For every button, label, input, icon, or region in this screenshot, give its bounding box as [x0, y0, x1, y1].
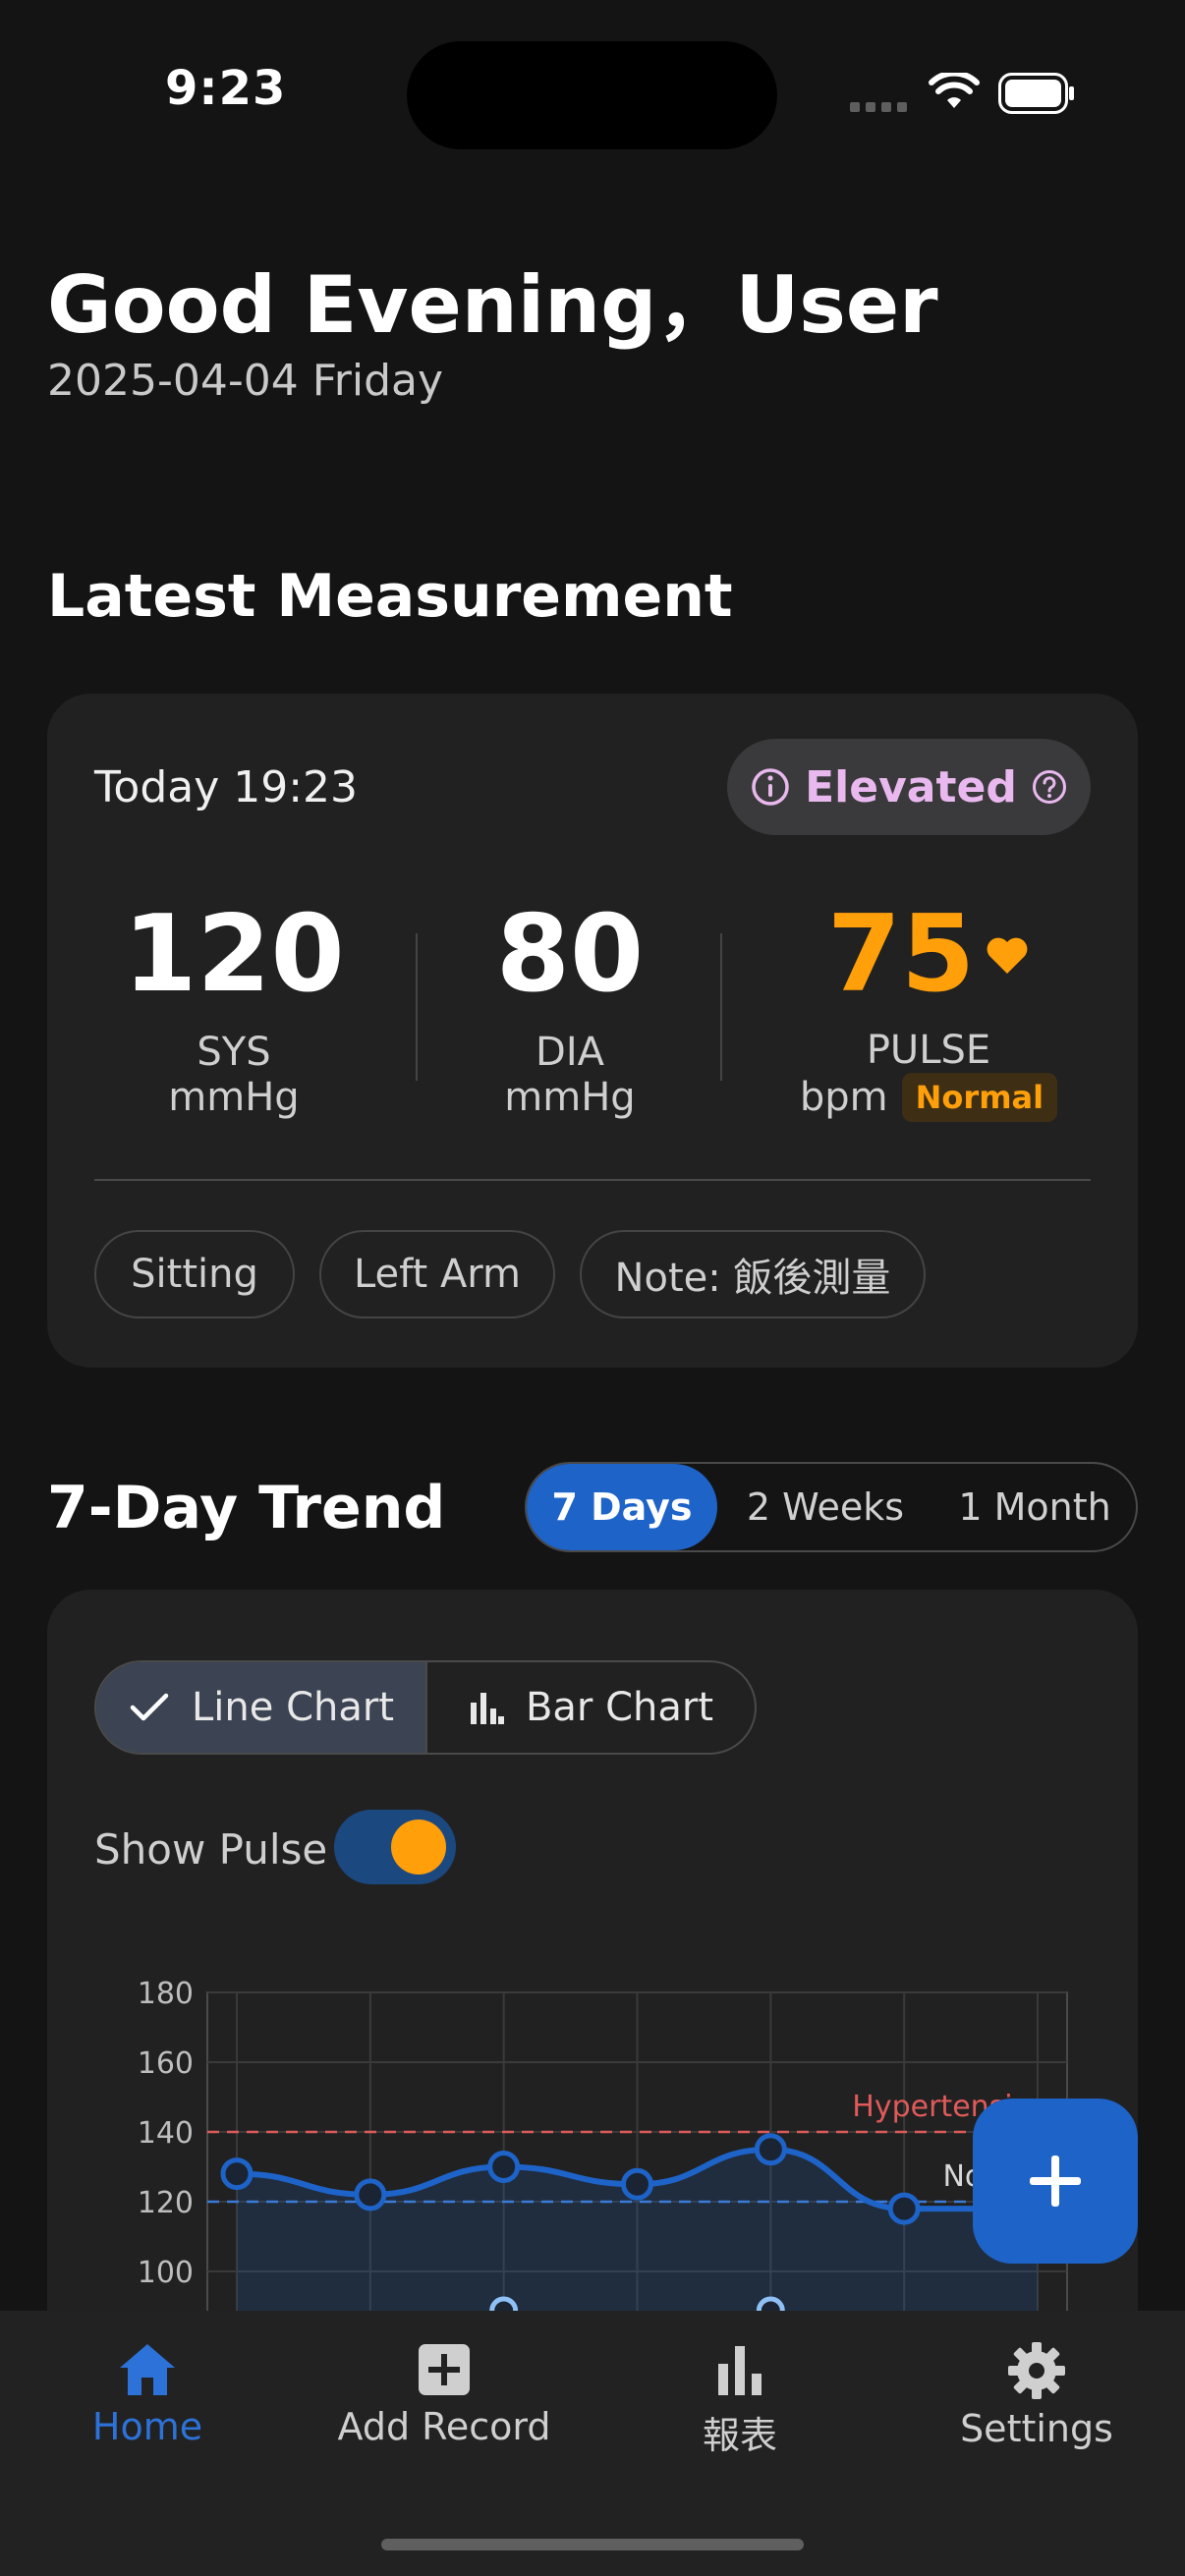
pulse-point [489, 2296, 519, 2311]
dia-value: 80 [495, 893, 645, 1016]
info-icon [752, 768, 789, 806]
bar-chart-icon [470, 1693, 504, 1724]
status-label: Elevated [805, 761, 1017, 812]
pulse-unit: bpm [799, 1075, 888, 1120]
nav-add-record-label: Add Record [337, 2405, 551, 2448]
add-record-icon [419, 2344, 470, 2395]
period-1-month[interactable]: 1 Month [933, 1464, 1136, 1550]
period-2-weeks[interactable]: 2 Weeks [717, 1464, 933, 1550]
trend-title: 7-Day Trend [47, 1474, 446, 1542]
gear-icon [1008, 2342, 1065, 2399]
battery-icon [998, 73, 1074, 114]
data-point [487, 2151, 521, 2183]
nav-reports[interactable]: 報表 [592, 2340, 887, 2459]
check-icon [130, 1693, 169, 1721]
home-icon [120, 2344, 175, 2395]
status-badge[interactable]: Elevated [727, 739, 1091, 835]
dia-unit: mmHg [504, 1075, 636, 1120]
tag-chip-posture[interactable]: Sitting [94, 1230, 295, 1318]
tag-chip-arm[interactable]: Left Arm [319, 1230, 555, 1318]
y-tick-label: 100 [138, 2256, 194, 2290]
nav-settings[interactable]: Settings [889, 2340, 1184, 2450]
plus-icon [1030, 2156, 1081, 2207]
home-indicator [381, 2539, 804, 2550]
nav-home[interactable]: Home [0, 2340, 295, 2448]
greeting-title: Good Evening，User [47, 259, 938, 351]
dia-label: DIA [536, 1030, 604, 1075]
pulse-metric: 75 PULSE bpm Normal [766, 902, 1091, 1122]
pulse-point [756, 2296, 785, 2311]
pulse-label: PULSE [866, 1028, 991, 1073]
sys-unit: mmHg [168, 1075, 300, 1120]
pulse-status-badge: Normal [901, 1073, 1058, 1122]
nav-add-record[interactable]: Add Record [297, 2340, 592, 2448]
show-pulse-toggle[interactable] [334, 1810, 456, 1884]
y-tick-label: 180 [138, 1977, 194, 2011]
y-tick-label: 120 [138, 2186, 194, 2220]
bar-chart-option[interactable]: Bar Chart [427, 1662, 755, 1753]
data-point [754, 2133, 787, 2166]
help-icon[interactable] [1031, 768, 1068, 806]
y-tick-label: 140 [138, 2116, 194, 2151]
line-chart-label: Line Chart [192, 1685, 394, 1730]
data-point [354, 2178, 387, 2212]
data-point [220, 2157, 254, 2191]
sys-label: SYS [197, 1030, 271, 1075]
latest-measurement-title: Latest Measurement [47, 562, 733, 631]
wifi-icon [929, 73, 980, 108]
trend-chart: 180160140120100HypertensionNormal [138, 1977, 1068, 2311]
tag-chip-note[interactable]: Note: 飯後測量 [580, 1230, 926, 1318]
chart-type-toggle[interactable]: Line Chart Bar Chart [94, 1660, 757, 1755]
measurement-time: Today 19:23 [94, 762, 359, 812]
toggle-knob [391, 1820, 446, 1875]
current-date: 2025-04-04 Friday [47, 356, 444, 406]
dynamic-island [407, 41, 777, 149]
sys-metric: 120 SYS mmHg [96, 893, 371, 1121]
nav-home-label: Home [91, 2405, 203, 2448]
metric-divider [416, 933, 418, 1081]
sys-value: 120 [123, 893, 345, 1016]
nav-reports-label: 報表 [702, 2414, 777, 2457]
cellular-signal-icon [850, 102, 907, 112]
heart-icon [987, 937, 1028, 974]
bar-chart-icon [718, 2346, 762, 2395]
dia-metric: 80 DIA mmHg [432, 893, 707, 1121]
data-point [621, 2167, 653, 2201]
bar-chart-label: Bar Chart [525, 1685, 714, 1730]
status-time: 9:23 [165, 61, 287, 116]
metric-divider [720, 933, 722, 1081]
data-point [887, 2192, 921, 2225]
period-7-days[interactable]: 7 Days [527, 1464, 717, 1550]
line-chart-option[interactable]: Line Chart [96, 1662, 426, 1753]
nav-settings-label: Settings [960, 2407, 1113, 2450]
card-divider [94, 1179, 1091, 1181]
pulse-value: 75 [826, 893, 976, 1016]
y-tick-label: 160 [138, 2046, 194, 2081]
show-pulse-label: Show Pulse [94, 1825, 328, 1874]
add-measurement-fab[interactable] [973, 2099, 1138, 2264]
period-selector[interactable]: 7 Days 2 Weeks 1 Month [525, 1462, 1138, 1552]
